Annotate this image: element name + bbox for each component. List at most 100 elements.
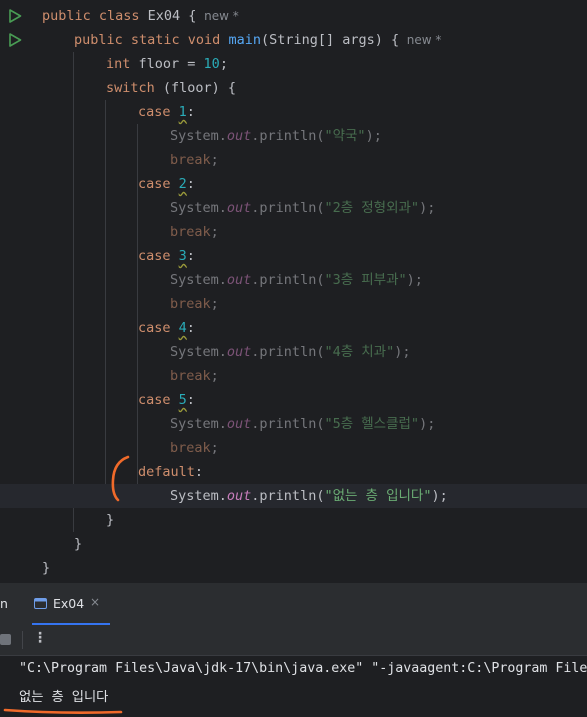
toolbar-separator <box>22 631 23 649</box>
code-line[interactable]: break; <box>0 148 587 172</box>
code-token: } <box>42 560 51 576</box>
code-token: } <box>106 512 115 528</box>
code-text: } <box>74 532 82 556</box>
run-console-output[interactable]: "C:\Program Files\Java\jdk-17\bin\java.e… <box>0 655 587 717</box>
code-line[interactable]: public class Ex04 { new * <box>0 4 587 28</box>
code-line[interactable]: case 3: <box>0 244 587 268</box>
code-text: case 4: <box>138 316 195 340</box>
code-token: "4층 치과" <box>324 344 395 360</box>
code-token: switch <box>106 80 163 96</box>
console-program-output: 없는 층 입니다 <box>19 690 109 705</box>
code-line[interactable]: System.out.println("5층 헬스클럽"); <box>0 412 587 436</box>
code-line[interactable]: } <box>0 556 587 580</box>
code-token: "5층 헬스클럽" <box>324 416 420 432</box>
code-token: break <box>170 152 211 168</box>
code-line[interactable]: case 4: <box>0 316 587 340</box>
console-command-line: "C:\Program Files\Java\jdk-17\bin\java.e… <box>19 661 587 676</box>
code-text: } <box>106 508 114 532</box>
code-line[interactable]: case 2: <box>0 172 587 196</box>
run-triangle-icon[interactable] <box>8 33 22 47</box>
console-window-icon <box>34 598 47 609</box>
code-text: case 2: <box>138 172 195 196</box>
code-text: break; <box>170 292 219 316</box>
code-token: case <box>138 248 179 264</box>
code-line[interactable]: break; <box>0 364 587 388</box>
code-token: System. <box>170 488 227 504</box>
close-icon[interactable]: × <box>90 595 100 609</box>
code-line[interactable]: case 1: <box>0 100 587 124</box>
code-token: out <box>226 344 252 360</box>
code-token: out <box>226 488 252 504</box>
code-token: out <box>226 200 252 216</box>
stop-icon[interactable] <box>0 634 11 645</box>
code-token: 3 <box>178 248 187 264</box>
run-triangle-icon[interactable] <box>8 9 22 23</box>
code-token: break <box>170 296 211 312</box>
code-line[interactable]: System.out.println("2층 정형외과"); <box>0 196 587 220</box>
code-token: .println( <box>251 200 325 216</box>
code-line[interactable]: public static void main(String[] args) {… <box>0 28 587 52</box>
code-token: break <box>170 224 211 240</box>
code-token: 10 <box>203 56 220 72</box>
code-token: ); <box>419 416 436 432</box>
code-token: 2 <box>178 176 187 192</box>
code-token: "3층 피부과" <box>324 272 407 288</box>
code-line[interactable]: System.out.println("3층 피부과"); <box>0 268 587 292</box>
code-line[interactable]: case 5: <box>0 388 587 412</box>
code-token: .println( <box>251 488 325 504</box>
code-token: .println( <box>251 128 325 144</box>
tool-tab-truncated-label[interactable]: n <box>0 596 8 611</box>
code-token: "약국" <box>324 128 366 144</box>
code-token: System. <box>170 416 227 432</box>
code-text: switch (floor) { <box>106 76 236 100</box>
code-line[interactable]: default: <box>0 460 587 484</box>
code-line[interactable]: break; <box>0 220 587 244</box>
code-line[interactable]: } <box>0 532 587 556</box>
code-token: : <box>186 104 195 120</box>
code-editor[interactable]: public class Ex04 { new * public static v… <box>0 0 587 582</box>
code-token: out <box>226 272 252 288</box>
code-token: public class <box>42 8 148 24</box>
code-text: break; <box>170 220 219 244</box>
code-token: floor = <box>138 56 204 72</box>
code-token: break <box>170 440 211 456</box>
code-token: 4 <box>178 320 187 336</box>
code-token: ; <box>210 224 219 240</box>
code-token: System. <box>170 200 227 216</box>
code-line[interactable]: } <box>0 508 587 532</box>
code-line[interactable]: break; <box>0 436 587 460</box>
code-token: case <box>138 176 179 192</box>
code-token: : <box>194 464 204 480</box>
code-token: (floor) { <box>162 80 237 96</box>
code-token: case <box>138 392 179 408</box>
code-token: : <box>186 392 195 408</box>
code-text: break; <box>170 436 219 460</box>
code-text: System.out.println("3층 피부과"); <box>170 268 423 292</box>
code-token: : <box>186 320 195 336</box>
code-token: out <box>226 416 252 432</box>
code-token: ; <box>210 440 219 456</box>
code-line-current[interactable]: System.out.println("없는 층 입니다"); <box>0 484 587 508</box>
code-line[interactable]: System.out.println("약국"); <box>0 124 587 148</box>
code-token: ); <box>431 488 448 504</box>
code-text: System.out.println("약국"); <box>170 124 382 148</box>
tool-window-tab-bar: n Ex04 × <box>0 582 587 625</box>
code-token: default <box>138 464 195 480</box>
code-token: System. <box>170 128 227 144</box>
code-token: ; <box>210 296 219 312</box>
code-text: System.out.println("2층 정형외과"); <box>170 196 435 220</box>
code-token: ); <box>406 272 423 288</box>
code-token: public static void <box>74 32 229 48</box>
code-line[interactable]: System.out.println("4층 치과"); <box>0 340 587 364</box>
code-text: System.out.println("5층 헬스클럽"); <box>170 412 435 436</box>
more-vertical-icon[interactable]: ⋮ <box>33 630 47 646</box>
code-token: ); <box>419 200 436 216</box>
code-token: ; <box>210 368 219 384</box>
annotation-underline <box>3 708 123 714</box>
code-token: System. <box>170 344 227 360</box>
code-line[interactable]: switch (floor) { <box>0 76 587 100</box>
run-tab-ex04[interactable]: Ex04 × <box>32 583 110 625</box>
code-line[interactable]: int floor = 10; <box>0 52 587 76</box>
code-line[interactable]: break; <box>0 292 587 316</box>
code-text: break; <box>170 148 219 172</box>
